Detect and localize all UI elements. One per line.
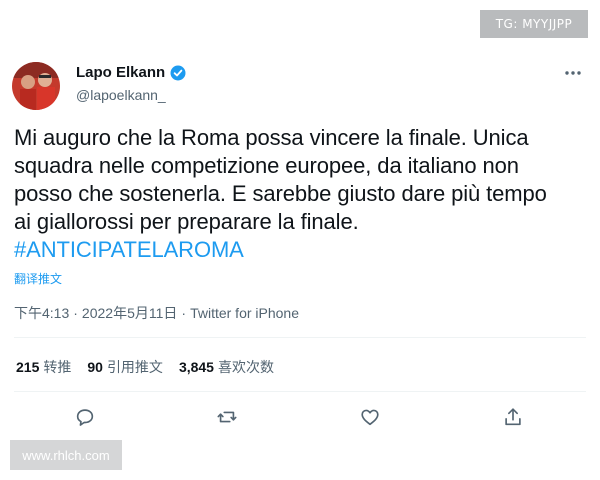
tweet-text-line: ai giallorossi per preparare la finale. [14, 209, 359, 234]
like-icon[interactable] [357, 404, 383, 430]
quotes-count: 90 [87, 359, 103, 375]
likes-stat[interactable]: 3,845 喜欢次数 [179, 357, 274, 377]
hashtag-link[interactable]: #ANTICIPATELAROMA [14, 236, 586, 264]
tweet-time[interactable]: 下午4:13 [14, 305, 69, 321]
quotes-stat[interactable]: 90 引用推文 [87, 357, 163, 377]
tweet-meta: 下午4:13 · 2022年5月11日 · Twitter for iPhone [14, 303, 299, 323]
divider [14, 337, 586, 338]
retweets-stat[interactable]: 215 转推 [16, 357, 71, 377]
retweets-count: 215 [16, 359, 40, 375]
quotes-label: 引用推文 [106, 359, 163, 375]
avatar[interactable] [12, 62, 60, 110]
share-icon[interactable] [500, 404, 526, 430]
translate-tweet-link[interactable]: 翻译推文 [14, 270, 62, 287]
author-handle[interactable]: @lapoelkann_ [76, 87, 166, 103]
divider [14, 391, 586, 392]
retweet-icon[interactable] [214, 404, 240, 430]
meta-separator: · [73, 305, 78, 321]
author-row: Lapo Elkann [76, 64, 186, 81]
reply-icon[interactable] [72, 404, 98, 430]
tweet-text: Mi auguro che la Roma possa vincere la f… [14, 124, 586, 264]
avatar-image [12, 62, 60, 110]
watermark-tg: TG: MYYJJPP [480, 10, 588, 38]
action-bar [40, 404, 560, 430]
meta-separator: · [181, 305, 187, 321]
tweet-text-line: Mi auguro che la Roma possa vincere la f… [14, 125, 529, 150]
tweet-text-line: posso che sostenerla. E sarebbe giusto d… [14, 181, 547, 206]
engagement-stats: 215 转推 90 引用推文 3,845 喜欢次数 [16, 357, 274, 377]
likes-label: 喜欢次数 [217, 359, 274, 375]
verified-badge-icon [170, 65, 186, 81]
author-name[interactable]: Lapo Elkann [76, 64, 165, 81]
watermark-site: www.rhlch.com [10, 440, 122, 470]
tweet-source[interactable]: Twitter for iPhone [190, 305, 299, 321]
tweet-date[interactable]: 2022年5月11日 [82, 305, 177, 321]
more-options-icon[interactable] [562, 63, 584, 83]
retweets-label: 转推 [43, 359, 72, 375]
likes-count: 3,845 [178, 359, 214, 375]
tweet-text-line: squadra nelle competizione europee, da i… [14, 153, 519, 178]
